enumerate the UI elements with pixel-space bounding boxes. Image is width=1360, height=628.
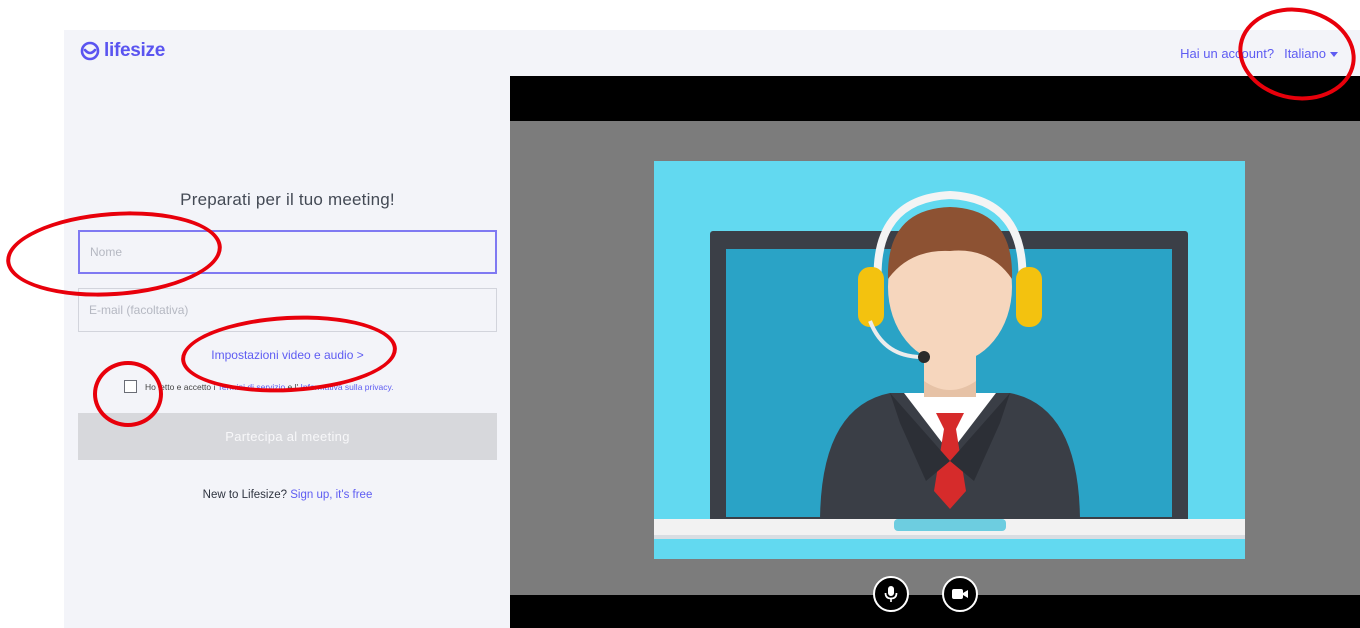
consent-text: Ho letto e accetto i Termini di servizio… [145,382,393,392]
consent-checkbox[interactable] [124,380,137,393]
top-navigation: Hai un account? Italiano [1180,46,1338,61]
microphone-icon [884,586,898,602]
video-camera-icon [952,589,968,599]
video-audio-settings-link[interactable]: Impostazioni video e audio > [78,348,497,362]
camera-button[interactable] [942,576,978,612]
chevron-down-icon [1330,52,1338,57]
video-preview [510,76,1360,628]
logo-text: lifesize [104,40,165,61]
signup-prefix: New to Lifesize? [202,489,288,501]
account-link[interactable]: Hai un account? [1180,46,1274,61]
language-label: Italiano [1284,46,1326,61]
email-input[interactable] [78,288,497,332]
microphone-button[interactable] [873,576,909,612]
terms-link[interactable]: Termini di servizio [218,382,286,392]
language-selector[interactable]: Italiano [1284,46,1338,61]
name-input[interactable] [78,230,497,274]
consent-middle: e l' [287,381,299,392]
join-meeting-button[interactable]: Partecipa al meeting [78,413,497,460]
consent-prefix: Ho letto e accetto i [145,381,216,392]
form-title: Preparati per il tuo meeting! [180,190,395,209]
video-placeholder-illustration [654,161,1245,559]
lifesize-logo-icon [80,41,100,61]
privacy-link[interactable]: Informativa sulla privacy. [301,382,394,392]
signup-link[interactable]: Sign up, it's free [290,489,372,501]
lifesize-logo[interactable]: lifesize [80,40,165,62]
signup-row: New to Lifesize? Sign up, it's free [78,489,497,501]
consent-row: Ho letto e accetto i Termini di servizio… [124,380,393,393]
